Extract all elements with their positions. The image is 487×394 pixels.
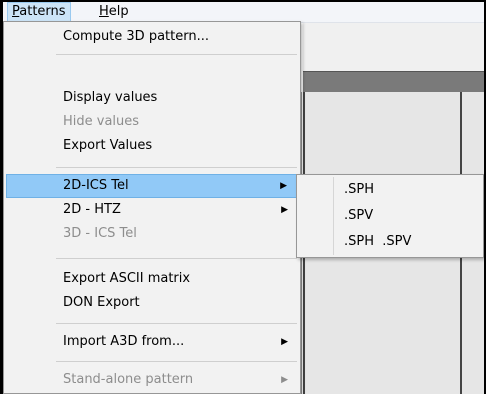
menu-item-compute-3d-pattern[interactable]: Compute 3D pattern... <box>6 25 298 49</box>
submenu-arrow-icon: ▶ <box>281 337 288 347</box>
menu-separator <box>56 54 297 55</box>
menu-item-display-values[interactable]: Display values <box>6 86 298 110</box>
menu-item-label: 2D - HTZ <box>63 202 121 217</box>
menu-item-label: Export ASCII matrix <box>63 271 191 286</box>
submenu-item-label: .SPH <box>344 182 374 197</box>
menu-item-label: DON Export <box>63 295 140 310</box>
menu-item-label: Hide values <box>63 114 140 129</box>
background-toolbar <box>303 23 484 71</box>
menu-patterns-label: atterns <box>19 4 66 19</box>
menu-help-mnemonic: H <box>99 4 109 19</box>
menu-item-label: 3D - ICS Tel <box>63 226 137 241</box>
submenu-item-label: .SPH .SPV <box>344 234 412 249</box>
background-title-strip <box>303 71 484 92</box>
menu-item-2d-ics-tel[interactable]: 2D-ICS Tel ▶ <box>6 174 298 198</box>
menu-item-hide-values: Hide values <box>6 110 298 134</box>
menu-bar: Patterns Help <box>3 2 484 23</box>
submenu-item-sph[interactable]: .SPH <box>299 178 481 202</box>
menu-separator <box>56 258 297 259</box>
menu-item-label: Display values <box>63 90 158 105</box>
menu-item-label: 2D-ICS Tel <box>63 178 129 193</box>
menu-item-stand-alone-pattern: Stand-alone pattern ▶ <box>6 368 298 392</box>
menu-help-label: elp <box>108 4 129 19</box>
menu-item-export-values[interactable]: Export Values <box>6 134 298 158</box>
menu-item-import-a3d[interactable]: Import A3D from... ▶ <box>6 330 298 354</box>
submenu-arrow-icon: ▶ <box>281 375 288 385</box>
menu-separator <box>56 323 297 324</box>
menu-item-3d-ics-tel: 3D - ICS Tel <box>6 222 298 246</box>
menu-separator <box>56 361 297 362</box>
submenu-arrow-icon: ▶ <box>280 181 287 191</box>
submenu-arrow-icon: ▶ <box>281 205 288 215</box>
window-frame: Patterns Help Compute 3D pattern... Disp… <box>0 0 486 394</box>
submenu-item-sph-spv[interactable]: .SPH .SPV <box>299 230 481 254</box>
menu-item-label: Import A3D from... <box>63 334 185 349</box>
patterns-dropdown-menu: Compute 3D pattern... Display values Hid… <box>3 21 301 394</box>
menu-item-2d-htz[interactable]: 2D - HTZ ▶ <box>6 198 298 222</box>
submenu-item-spv[interactable]: .SPV <box>299 204 481 228</box>
menu-item-label: Compute 3D pattern... <box>63 29 209 44</box>
menu-item-export-ascii-matrix[interactable]: Export ASCII matrix <box>6 267 298 291</box>
menu-separator <box>56 167 297 168</box>
menu-item-label: Stand-alone pattern <box>63 372 194 387</box>
submenu-2d-ics-tel: .SPH .SPV .SPH .SPV <box>296 174 484 258</box>
menu-item-label: Export Values <box>63 138 153 153</box>
submenu-item-label: .SPV <box>344 208 374 223</box>
window-content: Patterns Help Compute 3D pattern... Disp… <box>3 2 484 394</box>
menu-item-don-export[interactable]: DON Export <box>6 291 298 315</box>
menu-patterns[interactable]: Patterns <box>7 2 71 22</box>
menu-help[interactable]: Help <box>95 2 133 22</box>
